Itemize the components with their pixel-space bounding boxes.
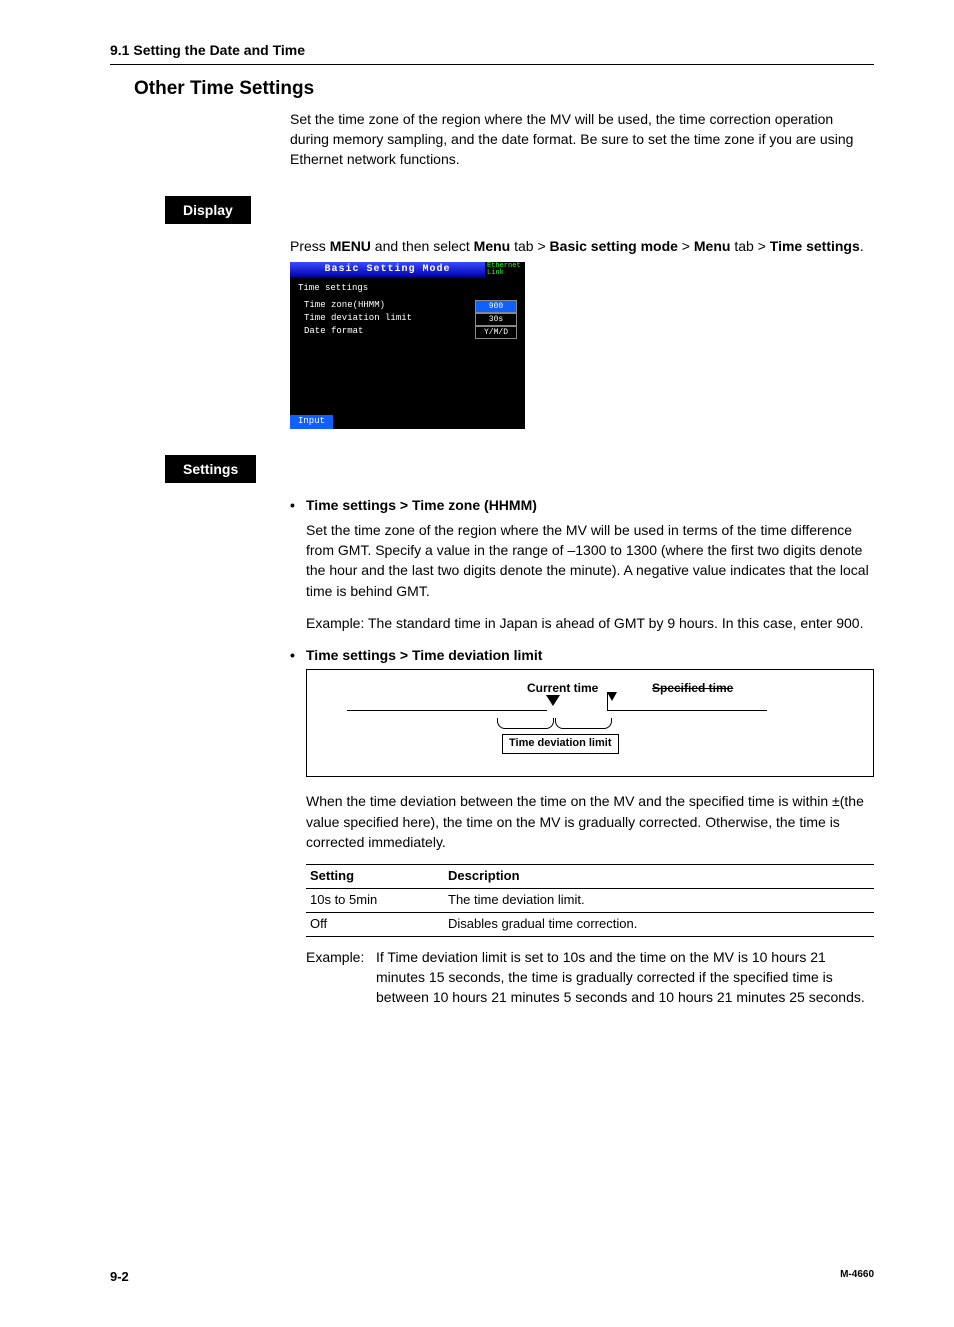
diagram-current-time-label: Current time — [527, 680, 598, 697]
section-header: 9.1 Setting the Date and Time — [110, 40, 874, 65]
diagram-specified-marker-icon — [607, 692, 617, 701]
bullet-icon: • — [290, 495, 306, 515]
table-row: Off Disables gradual time correction. — [306, 912, 874, 936]
bullet-title: Time settings > Time deviation limit — [306, 645, 542, 665]
settings-tab-label: Settings — [165, 455, 256, 483]
example-block: Example: If Time deviation limit is set … — [306, 947, 874, 1008]
table-header: Description — [444, 865, 874, 889]
screenshot-row-label: Date format — [304, 326, 475, 339]
text: tab > — [730, 238, 769, 254]
badge-line2: Link — [487, 270, 525, 277]
settings-table: Setting Description 10s to 5min The time… — [306, 864, 874, 937]
ethernet-badge: Ethernet Link — [485, 263, 525, 277]
bullet-icon: • — [290, 645, 306, 665]
display-tab-label: Display — [165, 196, 251, 224]
bullet-item: • Time settings > Time zone (HHMM) — [290, 495, 874, 515]
diagram-specified-time-label: Specified time — [652, 680, 733, 697]
paragraph: Set the time zone of the region where th… — [306, 520, 874, 601]
table-cell: Off — [306, 912, 444, 936]
diagram-box-label: Time deviation limit — [502, 734, 619, 754]
diagram-line — [347, 710, 547, 711]
page-number: 9-2 — [110, 1268, 129, 1287]
table-cell: Disables gradual time correction. — [444, 912, 874, 936]
paragraph: When the time deviation between the time… — [306, 791, 874, 852]
screenshot-row-label: Time deviation limit — [304, 313, 475, 326]
diagram-tick — [607, 692, 608, 710]
table-row: 10s to 5min The time deviation limit. — [306, 889, 874, 913]
page-title: Other Time Settings — [134, 75, 874, 103]
screenshot-heading: Time settings — [298, 283, 517, 295]
screenshot-row-value: 900 — [475, 300, 517, 313]
bullet-item: • Time settings > Time deviation limit — [290, 645, 874, 665]
table-header-row: Setting Description — [306, 865, 874, 889]
example-label: Example: — [306, 947, 376, 1008]
display-instruction: Press MENU and then select Menu tab > Ba… — [290, 236, 874, 256]
table-cell: The time deviation limit. — [444, 889, 874, 913]
time-settings: Time settings — [770, 238, 860, 254]
screenshot-row-label: Time zone(HHMM) — [304, 300, 475, 313]
menu-tab: Menu — [474, 238, 511, 254]
device-screenshot: Basic Setting Mode Ethernet Link Time se… — [290, 262, 525, 429]
basic-setting-mode: Basic setting mode — [550, 238, 678, 254]
screenshot-footer-button: Input — [290, 415, 333, 429]
screenshot-row: Date format Y/M/D — [298, 326, 517, 339]
example-paragraph: Example: The standard time in Japan is a… — [306, 613, 874, 633]
text: and then select — [371, 238, 474, 254]
text: > — [678, 238, 694, 254]
example-text: If Time deviation limit is set to 10s an… — [376, 947, 874, 1008]
page-footer: 9-2 M-4660 — [110, 1268, 874, 1287]
screenshot-title: Basic Setting Mode — [290, 262, 485, 277]
table-cell: 10s to 5min — [306, 889, 444, 913]
doc-id: M-4660 — [840, 1268, 874, 1287]
text: tab > — [510, 238, 549, 254]
screenshot-row: Time deviation limit 30s — [298, 313, 517, 326]
diagram-brace — [555, 718, 612, 729]
text: . — [860, 238, 864, 254]
intro-paragraph: Set the time zone of the region where th… — [290, 109, 874, 170]
screenshot-row-value: 30s — [475, 313, 517, 326]
diagram-line — [607, 710, 767, 711]
table-header: Setting — [306, 865, 444, 889]
time-deviation-diagram: Current time Specified time Time deviati… — [306, 669, 874, 777]
bullet-title: Time settings > Time zone (HHMM) — [306, 495, 537, 515]
menu-tab-2: Menu — [694, 238, 731, 254]
screenshot-row-value: Y/M/D — [475, 326, 517, 339]
menu-key: MENU — [330, 238, 371, 254]
diagram-current-marker-icon — [547, 696, 559, 706]
text: Press — [290, 238, 330, 254]
screenshot-row: Time zone(HHMM) 900 — [298, 300, 517, 313]
diagram-brace — [497, 718, 554, 729]
